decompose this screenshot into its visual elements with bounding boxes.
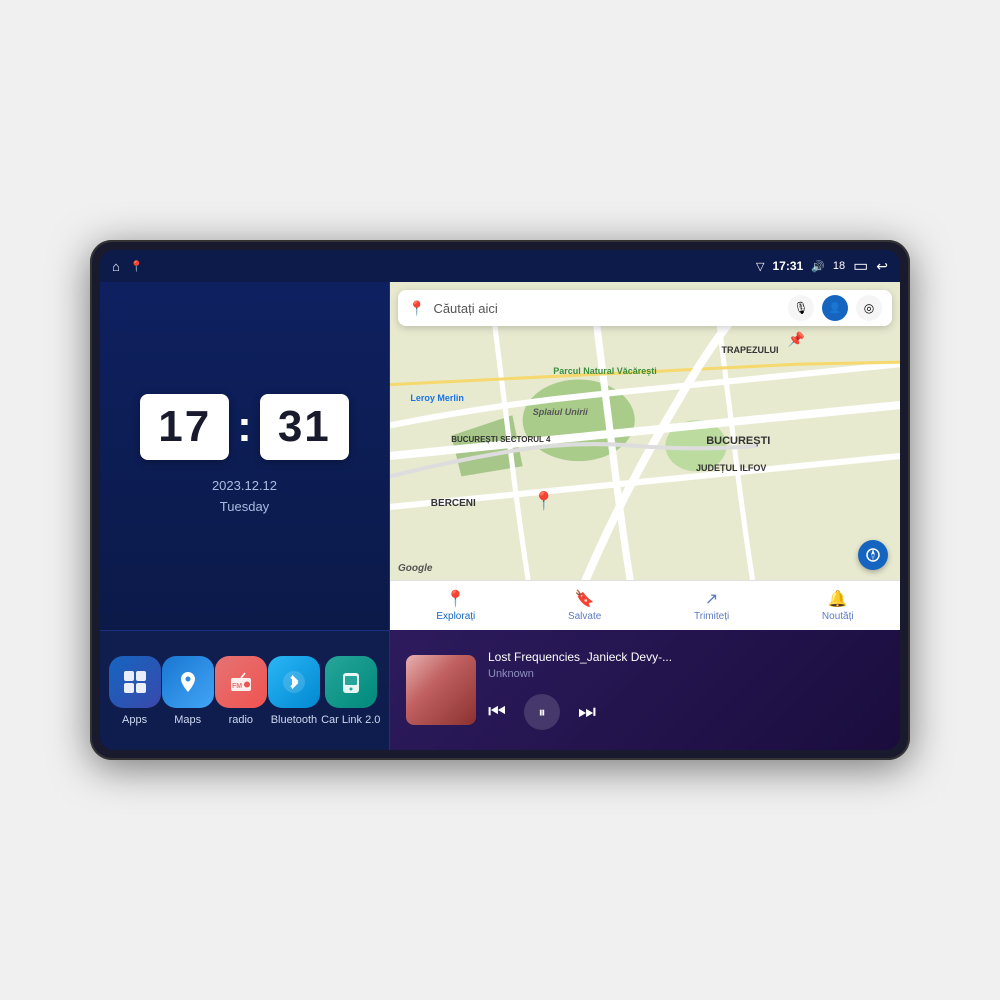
map-label-ilfov: JUDEȚUL ILFOV — [696, 463, 766, 473]
clock-day-value: Tuesday — [212, 497, 277, 518]
map-nav-explore[interactable]: 📍 Explorați — [436, 589, 475, 622]
status-time: 17:31 — [772, 259, 803, 273]
map-container[interactable]: BUCUREȘTI JUDEȚUL ILFOV BERCENI TRAPEZUL… — [390, 282, 900, 630]
app-item-carlink[interactable]: Car Link 2.0 — [321, 656, 380, 726]
clock-hours: 17 — [140, 394, 229, 460]
location-icon[interactable]: 📍 — [130, 260, 144, 273]
explore-icon: 📍 — [446, 589, 466, 609]
news-label: Noutăți — [822, 611, 854, 622]
apps-label: Apps — [122, 714, 147, 726]
map-search-text: Căutați aici — [433, 301, 780, 316]
maps-pin-icon: 📍 — [408, 300, 425, 317]
play-pause-button[interactable]: ⏸ — [524, 694, 560, 730]
map-background: BUCUREȘTI JUDEȚUL ILFOV BERCENI TRAPEZUL… — [390, 282, 900, 630]
map-nav-saved[interactable]: 🔖 Salvate — [568, 589, 601, 622]
map-nav-send[interactable]: ↗ Trimiteți — [694, 589, 729, 622]
map-label-berceni: BERCENI — [431, 498, 476, 509]
status-right-icons: ▽ 17:31 🔊 18 ▭ ↩ — [756, 256, 888, 276]
apps-icon — [109, 656, 161, 708]
account-button[interactable]: 👤 — [822, 295, 848, 321]
device-screen: ⌂ 📍 ▽ 17:31 🔊 18 ▭ ↩ 17 : — [100, 250, 900, 750]
clock-date: 2023.12.12 Tuesday — [212, 476, 277, 518]
music-player: Lost Frequencies_Janieck Devy-... Unknow… — [390, 630, 900, 750]
home-icon[interactable]: ⌂ — [112, 259, 120, 274]
app-item-apps[interactable]: Apps — [109, 656, 161, 726]
map-label-parcul: Parcul Natural Văcărești — [553, 366, 657, 376]
voice-search-button[interactable]: 🎙 — [788, 295, 814, 321]
left-panel: 17 : 31 2023.12.12 Tuesday — [100, 282, 390, 750]
map-label-splaiul: Splaiul Unirii — [533, 407, 588, 417]
signal-icon: ▽ — [756, 260, 764, 273]
send-icon: ↗ — [705, 589, 718, 609]
volume-icon: 🔊 — [811, 260, 825, 273]
clock-widget: 17 : 31 2023.12.12 Tuesday — [100, 282, 389, 630]
play-icon: ⏸ — [539, 704, 546, 721]
music-info-controls: Lost Frequencies_Janieck Devy-... Unknow… — [488, 650, 884, 730]
maps-icon — [162, 656, 214, 708]
send-label: Trimiteți — [694, 611, 729, 622]
svg-text:FM: FM — [232, 683, 242, 690]
explore-label: Explorați — [436, 611, 475, 622]
clock-display: 17 : 31 — [140, 394, 349, 460]
radio-label: radio — [229, 714, 253, 726]
map-compass-button[interactable] — [858, 540, 888, 570]
battery-icon: ▭ — [853, 256, 868, 276]
clock-colon: : — [237, 402, 252, 452]
map-search-actions: 🎙 👤 ◎ — [788, 295, 882, 321]
app-item-maps[interactable]: Maps — [162, 656, 214, 726]
status-left-icons: ⌂ 📍 — [112, 259, 144, 274]
map-nav-bar: 📍 Explorați 🔖 Salvate ↗ Trimiteți — [390, 580, 900, 630]
right-panel: BUCUREȘTI JUDEȚUL ILFOV BERCENI TRAPEZUL… — [390, 282, 900, 750]
clock-date-value: 2023.12.12 — [212, 476, 277, 497]
saved-icon: 🔖 — [575, 589, 595, 609]
app-item-bluetooth[interactable]: Bluetooth — [268, 656, 320, 726]
radio-icon: FM — [215, 656, 267, 708]
map-label-trapezului: TRAPEZULUI — [722, 345, 779, 355]
clock-minutes: 31 — [260, 394, 349, 460]
map-pin-secondary: 📌 — [788, 331, 805, 348]
music-title: Lost Frequencies_Janieck Devy-... — [488, 650, 884, 664]
prev-button[interactable]: ⏮ — [488, 701, 506, 724]
carlink-icon — [325, 656, 377, 708]
layers-button[interactable]: ◎ — [856, 295, 882, 321]
map-label-leroy: Leroy Merlin — [410, 393, 464, 403]
map-label-sector4: BUCUREȘTI SECTORUL 4 — [451, 435, 550, 444]
back-icon[interactable]: ↩ — [876, 258, 888, 275]
volume-level: 18 — [833, 260, 845, 272]
bluetooth-icon — [268, 656, 320, 708]
apps-row: Apps Maps — [100, 630, 389, 750]
next-button[interactable]: ⏭ — [578, 701, 596, 724]
music-controls: ⏮ ⏸ ⏭ — [488, 694, 884, 730]
saved-label: Salvate — [568, 611, 601, 622]
news-icon: 🔔 — [828, 589, 848, 609]
map-label-bucuresti: BUCUREȘTI — [706, 435, 770, 447]
map-pin-main: 📍 — [533, 491, 555, 512]
status-bar: ⌂ 📍 ▽ 17:31 🔊 18 ▭ ↩ — [100, 250, 900, 282]
main-content: 17 : 31 2023.12.12 Tuesday — [100, 282, 900, 750]
bluetooth-label: Bluetooth — [271, 714, 317, 726]
map-search-bar[interactable]: 📍 Căutați aici 🎙 👤 ◎ — [398, 290, 892, 326]
carlink-label: Car Link 2.0 — [321, 714, 380, 726]
maps-label: Maps — [174, 714, 201, 726]
album-art-image — [406, 655, 476, 725]
album-art — [406, 655, 476, 725]
app-item-radio[interactable]: FM radio — [215, 656, 267, 726]
google-logo: Google — [398, 563, 432, 574]
map-nav-news[interactable]: 🔔 Noutăți — [822, 589, 854, 622]
device-frame: ⌂ 📍 ▽ 17:31 🔊 18 ▭ ↩ 17 : — [90, 240, 910, 760]
music-artist: Unknown — [488, 668, 884, 680]
